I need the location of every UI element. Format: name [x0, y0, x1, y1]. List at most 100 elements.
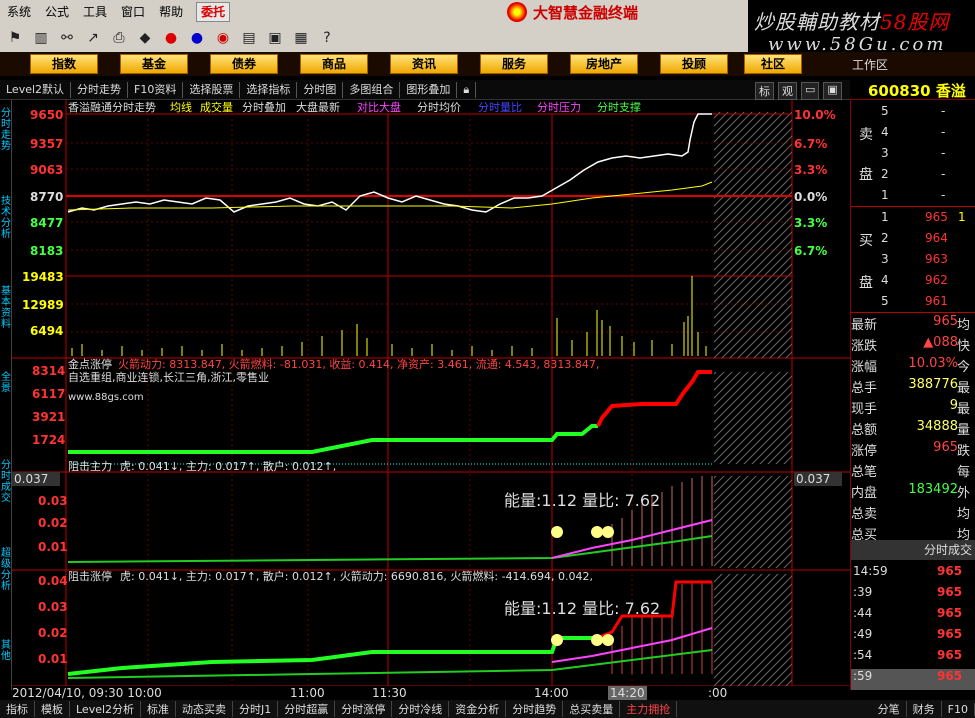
left-tab-basic[interactable]: 基本资料 [0, 286, 12, 330]
menu-window[interactable]: 窗口 [114, 0, 152, 24]
p2-tick-1: 8314 [32, 364, 65, 378]
sub-view-button[interactable]: 观 [778, 82, 797, 100]
sell-row-1[interactable]: 1- [851, 188, 975, 208]
circle-icon[interactable]: ◉ [212, 28, 234, 48]
workzone-label[interactable]: 工作区 [852, 56, 888, 73]
nav-fund-button[interactable]: 基金 [120, 54, 188, 74]
trades-header[interactable]: 分时成交 [851, 540, 975, 560]
help-pointer-icon[interactable]: ? [316, 28, 338, 48]
sell-row-4[interactable]: 4- [851, 125, 975, 145]
buy-row-3[interactable]: 3 963 [851, 252, 975, 272]
sub-multi-chart[interactable]: 多图组合 [343, 81, 401, 98]
sub-level2-default[interactable]: Level2默认 [0, 81, 72, 98]
legend-market-latest[interactable]: 大盘最新 [296, 100, 340, 114]
nav-service-button[interactable]: 服务 [480, 54, 548, 74]
menu-trade-button[interactable]: 委托 [196, 2, 231, 22]
legend-overlay[interactable]: 分时叠加 [242, 101, 286, 114]
left-tab-panorama[interactable]: 全景 [0, 372, 12, 394]
status-tab[interactable]: 标准 [141, 701, 177, 717]
sub-intraday-chart[interactable]: 分时图 [297, 81, 344, 98]
minimize-icon[interactable]: ▭ [801, 82, 820, 100]
left-tab-other[interactable]: 其他 [0, 640, 12, 662]
flag-icon[interactable]: ⚑ [4, 28, 26, 48]
trade-row[interactable]: :49 965 [851, 627, 975, 648]
sub-intraday[interactable]: 分时走势 [71, 81, 129, 98]
status-right-tab[interactable]: 财务 [907, 701, 942, 717]
status-tab[interactable]: 模板 [35, 701, 70, 717]
status-tab[interactable]: Level2分析 [70, 701, 142, 717]
legend-avg-price[interactable]: 分时均价 [417, 101, 461, 114]
pct-tick-3: 3.3% [794, 163, 827, 177]
sell-row-5[interactable]: 5- [851, 104, 975, 124]
status-right-tab[interactable]: 分笔 [872, 701, 907, 717]
quote-row: 最新 965 均 [851, 314, 975, 335]
legend-vs-market[interactable]: 对比大盘 [357, 100, 401, 114]
nav-community-button[interactable]: 社区 [744, 54, 802, 74]
left-tab-ticks[interactable]: 分时成交 [0, 460, 12, 504]
printer-icon[interactable]: ⎙ [108, 28, 130, 48]
menu-formula[interactable]: 公式 [38, 0, 76, 24]
sell-row-3[interactable]: 3- [851, 146, 975, 166]
sub-overlay[interactable]: 图形叠加 [400, 81, 458, 98]
barcode-icon[interactable]: ▥ [30, 28, 52, 48]
status-tab[interactable]: 分时超赢 [278, 701, 336, 717]
left-tab-technical[interactable]: 技术分析 [0, 196, 12, 240]
trade-row[interactable]: :39 965 [851, 585, 975, 606]
blue-ball-icon[interactable]: ● [186, 28, 208, 48]
menu-tools[interactable]: 工具 [76, 0, 114, 24]
nav-commodity-button[interactable]: 商品 [300, 54, 368, 74]
trade-row[interactable]: :44 965 [851, 606, 975, 627]
status-right-tab[interactable]: F10 [942, 702, 975, 716]
sub-select-indicator[interactable]: 选择指标 [240, 81, 298, 98]
legend-pressure[interactable]: 分时压力 [537, 101, 581, 114]
diamond-icon[interactable]: ◆ [134, 28, 156, 48]
status-tab[interactable]: 指标 [0, 701, 35, 717]
buy-row-5[interactable]: 5 961 [851, 294, 975, 314]
left-tab-super[interactable]: 超级分析 [0, 548, 12, 592]
status-tab[interactable]: 总买卖量 [563, 701, 621, 717]
status-tab[interactable]: 分时涨停 [335, 701, 393, 717]
buy-row-2[interactable]: 2 964 [851, 231, 975, 251]
lock-icon[interactable]: 🔒︎ [457, 81, 477, 98]
nav-bond-button[interactable]: 债券 [210, 54, 278, 74]
status-tab[interactable]: 资金分析 [449, 701, 507, 717]
window-icon[interactable]: ▣ [264, 28, 286, 48]
sub-f10[interactable]: F10资料 [128, 81, 184, 98]
app-brand: 大智慧金融终端 [507, 2, 697, 22]
status-tab[interactable]: 主力拥抢 [620, 701, 678, 717]
intraday-chart[interactable]: 香溢融通分时走势 均线 成交量 分时叠加 大盘最新 对比大盘 分时均价 分时量比… [12, 100, 850, 686]
future-area-3 [714, 476, 792, 568]
legend-ma[interactable]: 均线 [170, 100, 192, 114]
quote-row: 总笔 每 [851, 461, 975, 482]
restore-icon[interactable]: ▣ [823, 82, 842, 100]
legend-vol-ratio[interactable]: 分时量比 [478, 101, 522, 114]
left-tab-intraday[interactable]: 分时走势 [0, 108, 12, 152]
nav-advisor-button[interactable]: 投顾 [660, 54, 728, 74]
legend-support[interactable]: 分时支撑 [597, 100, 641, 114]
chart-icon[interactable]: ↗ [82, 28, 104, 48]
buy-row-4[interactable]: 4 962 [851, 273, 975, 293]
legend-volume[interactable]: 成交量 [200, 100, 233, 114]
sell-row-2[interactable]: 2- [851, 167, 975, 187]
sub-select-stock[interactable]: 选择股票 [183, 81, 241, 98]
nav-realestate-button[interactable]: 房地产 [570, 54, 638, 74]
status-tab[interactable]: 分时趋势 [506, 701, 564, 717]
nav-index-button[interactable]: 指数 [30, 54, 98, 74]
document-icon[interactable]: ▤ [238, 28, 260, 48]
menu-help[interactable]: 帮助 [152, 0, 190, 24]
nav-news-button[interactable]: 资讯 [390, 54, 458, 74]
status-tab[interactable]: 动态买卖 [176, 701, 234, 717]
time-label-6: :00 [708, 686, 728, 700]
status-tab[interactable]: 分时冷线 [392, 701, 450, 717]
books-icon[interactable]: ▦ [290, 28, 312, 48]
red-ball-icon[interactable]: ● [160, 28, 182, 48]
trade-row[interactable]: 14:59 965 [851, 564, 975, 585]
trade-price: 965 [937, 606, 963, 620]
binoculars-icon[interactable]: ⚯ [56, 28, 78, 48]
status-tab[interactable]: 分时J1 [233, 701, 279, 717]
trade-row[interactable]: :54 965 [851, 648, 975, 669]
buy-row-1[interactable]: 1 965 1 [851, 210, 975, 230]
menu-system[interactable]: 系统 [0, 0, 38, 24]
sub-mark-button[interactable]: 标 [755, 82, 774, 100]
trade-row[interactable]: :59 965 [851, 669, 975, 690]
